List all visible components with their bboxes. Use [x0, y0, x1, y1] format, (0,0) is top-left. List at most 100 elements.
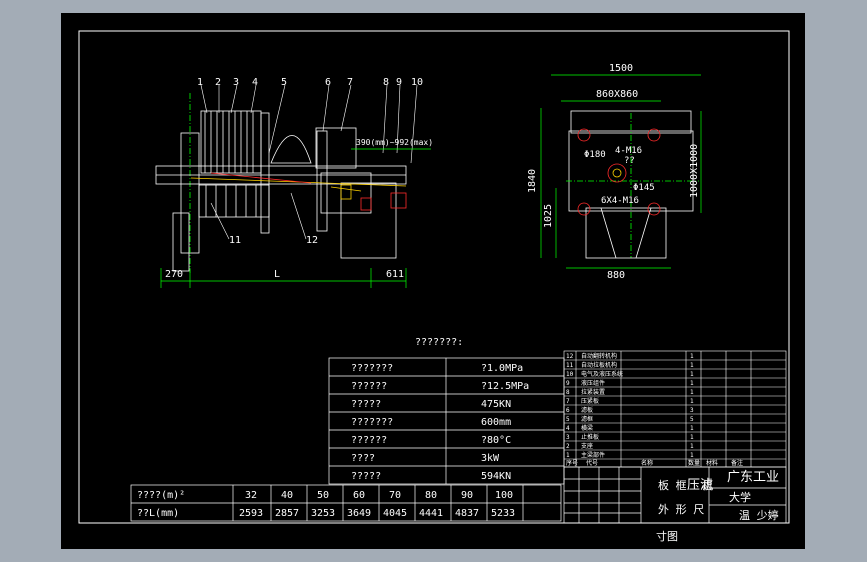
note-d180: Φ180	[584, 150, 606, 160]
school-line-1: 广东工业	[727, 470, 779, 485]
length-cell: 4045	[383, 508, 407, 519]
callout-1: 1	[197, 77, 203, 88]
note-6x4m16: 6X4-M16	[601, 196, 639, 206]
area-cell: 50	[317, 490, 329, 501]
bom-name: 液压组件	[581, 379, 605, 387]
callout-4: 4	[252, 77, 258, 88]
area-cell: 90	[461, 490, 473, 501]
spec-value: ?12.5MPa	[481, 381, 529, 392]
bom-qty: 5	[690, 416, 694, 423]
spec-value: 475KN	[481, 399, 511, 410]
drawing-svg: 1 2 3 4 5 6 7 8 9 10 11 12 270 L 611 390…	[78, 30, 790, 543]
bom-name: 横梁	[581, 424, 593, 432]
bom-header: 备注	[731, 459, 743, 467]
bom-no: 11	[566, 362, 574, 369]
bom-qty: 1	[690, 434, 694, 441]
bom-qty: 1	[690, 353, 694, 360]
spec-label: ?????	[351, 471, 381, 482]
bom-no: 1	[566, 452, 570, 459]
drawing-sheet: 1 2 3 4 5 6 7 8 9 10 11 12 270 L 611 390…	[61, 13, 805, 549]
drawing-title-4: 外 形 尺	[658, 503, 704, 516]
dim-1840: 1840	[527, 169, 538, 193]
bom-name: 止推板	[581, 433, 599, 441]
drawing-border	[78, 30, 790, 524]
spec-label: ?????	[351, 399, 381, 410]
area-cell: 60	[353, 490, 365, 501]
note-d145: Φ145	[633, 183, 655, 193]
base-frame	[585, 207, 667, 259]
bom-no: 6	[566, 407, 570, 414]
area-cell: 32	[245, 490, 257, 501]
spec-value: ?80°C	[481, 435, 511, 446]
spec-label: ???????	[351, 363, 393, 374]
dim-1025: 1025	[543, 204, 554, 228]
spec-value: 600mm	[481, 417, 511, 428]
length-cell: 4837	[455, 508, 479, 519]
drawing-title-3: 机	[702, 478, 713, 492]
spec-table-text: ??????? ?1.0MPa ?????? ?12.5MPa ????? 47…	[351, 363, 529, 482]
length-label: ??L(mm)	[137, 508, 179, 519]
bom-name: 支座	[581, 442, 593, 450]
dim-611: 611	[386, 269, 404, 280]
length-cell: 2593	[239, 508, 263, 519]
bom-name: 压紧板	[581, 397, 599, 405]
spec-value: ?1.0MPa	[481, 363, 523, 374]
spec-label: ??????	[351, 381, 387, 392]
drawing-title-1: 板 框	[658, 478, 687, 492]
callout-5: 5	[281, 77, 287, 88]
hood	[270, 135, 312, 164]
bom-name: 电气及液压系统	[581, 370, 623, 378]
spec-title: ???????:	[415, 337, 463, 348]
dim-stroke: 390(mm)~992(max)	[356, 138, 433, 147]
bom-qty: 1	[690, 362, 694, 369]
dim-1500: 1500	[609, 63, 633, 74]
bom-header: 数量	[688, 459, 700, 467]
spec-label: ??????	[351, 435, 387, 446]
area-cell: 40	[281, 490, 293, 501]
bom-no: 7	[566, 398, 570, 405]
callout-8: 8	[383, 77, 389, 88]
bom-no: 5	[566, 416, 570, 423]
callout-2: 2	[215, 77, 221, 88]
press-plate	[260, 112, 270, 234]
bom-name: 拉紧装置	[581, 388, 605, 396]
bom-no: 9	[566, 380, 570, 387]
bom-qty: 1	[690, 398, 694, 405]
area-label: ????(m)²	[137, 490, 185, 501]
bom-no: 4	[566, 425, 570, 432]
callout-11: 11	[229, 235, 241, 246]
bom-no: 3	[566, 434, 570, 441]
length-cell: 4441	[419, 508, 443, 519]
author-name: 温 少婷	[739, 508, 779, 522]
bom-qty: 1	[690, 389, 694, 396]
front-view	[155, 93, 407, 273]
bom-header: 序号	[566, 459, 578, 467]
hydraulic-station	[340, 182, 397, 259]
bom-qty: 3	[690, 407, 694, 414]
area-cell: 80	[425, 490, 437, 501]
front-dimensions	[160, 148, 431, 288]
bom-name: 主梁部件	[581, 451, 605, 459]
bom-header: 代号	[586, 459, 598, 467]
spec-label: ????	[351, 453, 375, 464]
school-line-2: 大学	[729, 490, 751, 504]
spec-label: ???????	[351, 417, 393, 428]
bom-qty: 1	[690, 425, 694, 432]
cad-canvas: 1 2 3 4 5 6 7 8 9 10 11 12 270 L 611 390…	[0, 0, 867, 562]
callout-10: 10	[411, 77, 423, 88]
note-qq: ??	[624, 156, 635, 166]
bom-qty: 1	[690, 452, 694, 459]
cylinder-head	[315, 127, 357, 169]
title-block-text: 板 框 压滤 机 外 形 尺 寸图 广东工业 大学 温 少婷	[656, 470, 779, 543]
length-cell: 2857	[275, 508, 299, 519]
dim-880: 880	[607, 270, 625, 281]
length-cell: 3253	[311, 508, 335, 519]
bom-no: 12	[566, 353, 574, 360]
plate-stack	[198, 110, 270, 218]
bom-header: 材料	[706, 459, 718, 467]
bom-no: 8	[566, 389, 570, 396]
area-cell: 70	[389, 490, 401, 501]
callout-leaders	[200, 84, 418, 240]
callout-7: 7	[347, 77, 353, 88]
bom-name: 滤板	[581, 406, 593, 414]
